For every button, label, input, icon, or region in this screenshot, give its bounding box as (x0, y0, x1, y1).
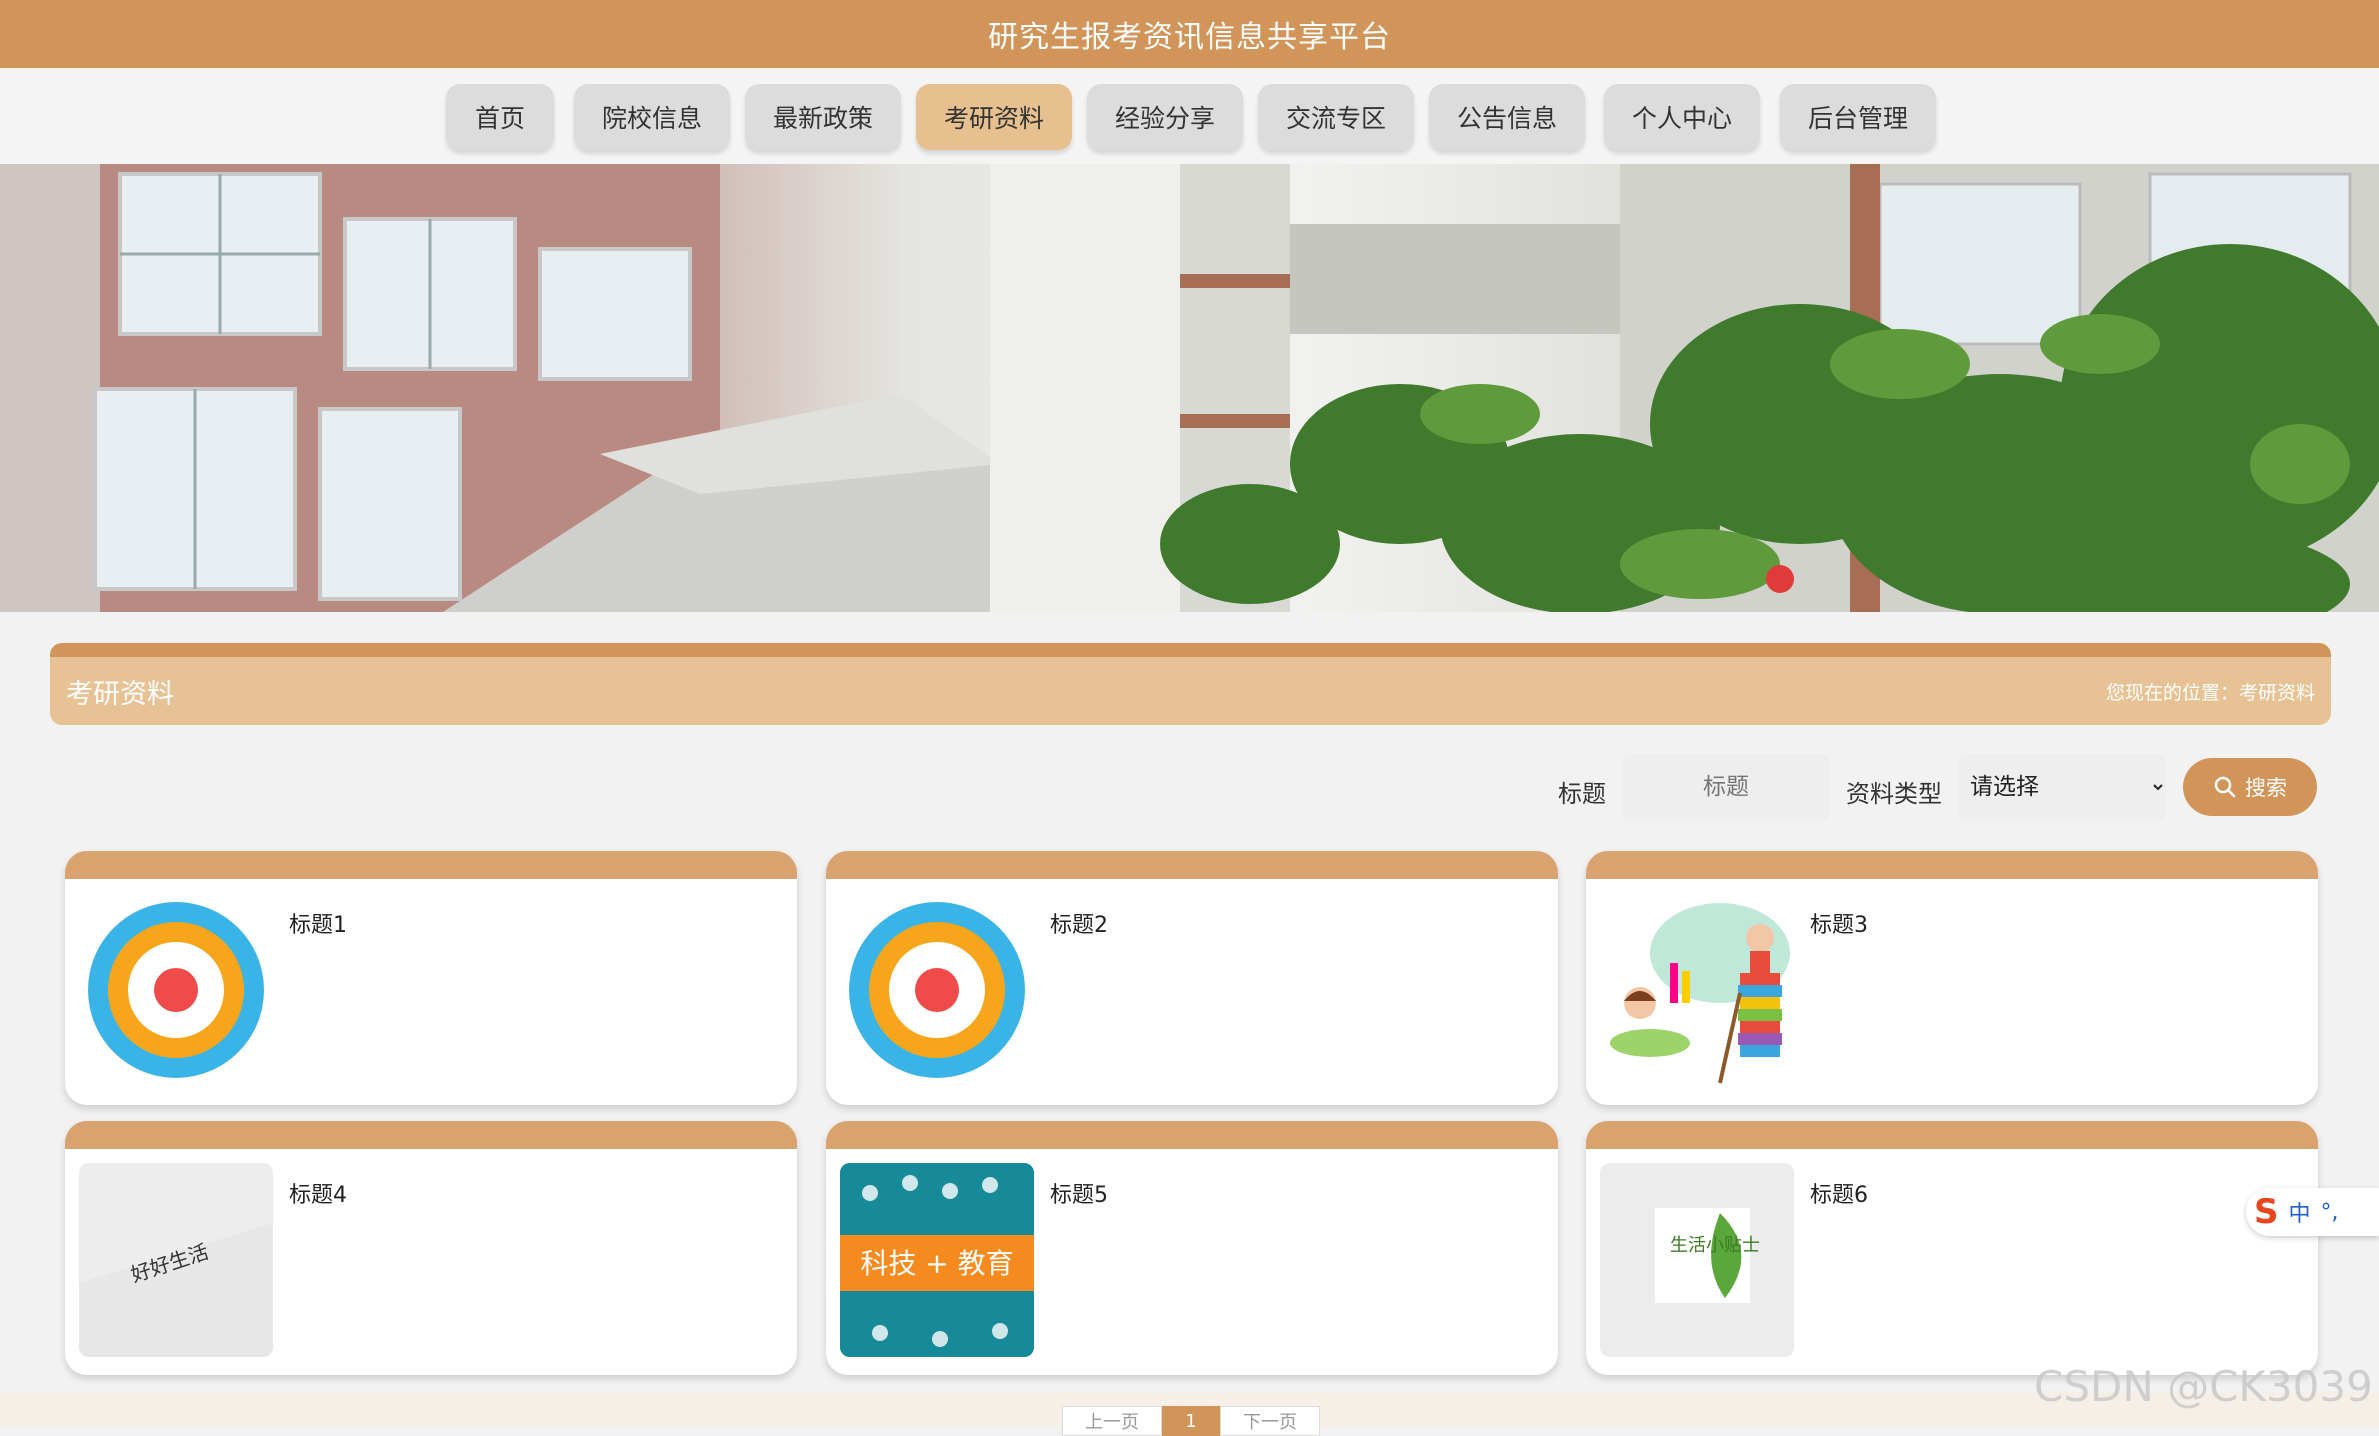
card-title: 标题5 (1050, 1183, 1108, 1208)
ime-language-toggle[interactable]: 中 (2289, 1196, 2311, 1228)
search-button-label: 搜索 (2245, 777, 2287, 800)
tech-education-text: 科技 + 教育 (860, 1247, 1013, 1280)
prev-page-button[interactable]: 上一页 (1062, 1406, 1162, 1436)
main-nav: 首页 院校信息 最新政策 考研资料 经验分享 交流专区 公告信息 个人中心 后台… (0, 68, 2379, 164)
nav-materials[interactable]: 考研资料 (916, 84, 1072, 150)
material-card-6[interactable]: 生活小贴士 标题6 (1586, 1121, 2318, 1375)
nav-forum[interactable]: 交流专区 (1258, 84, 1414, 150)
card-title: 标题4 (289, 1183, 347, 1208)
material-card-5[interactable]: 科技 + 教育 标题5 (826, 1121, 1558, 1375)
material-card-2[interactable]: 标题2 (826, 851, 1558, 1105)
material-card-3[interactable]: 标题3 (1586, 851, 2318, 1105)
ime-punctuation-toggle[interactable]: °, (2321, 1200, 2339, 1225)
card-title: 标题2 (1050, 913, 1108, 938)
material-type-select[interactable]: 请选择 (1958, 754, 2166, 820)
watermark: CSDN @CK3039 (2034, 1362, 2373, 1411)
target-circle-image (88, 902, 264, 1078)
title-filter-label: 标题 (1558, 780, 1606, 808)
search-button[interactable]: 搜索 (2183, 758, 2317, 816)
card-thumbnail (1600, 893, 1794, 1087)
card-title: 标题3 (1810, 913, 1868, 938)
material-card-4[interactable]: 好好生活 标题4 (65, 1121, 797, 1375)
search-icon (2214, 776, 2236, 798)
card-thumbnail (79, 893, 273, 1087)
section-title: 考研资料 (66, 678, 174, 710)
target-circle-image (849, 902, 1025, 1078)
breadcrumb: 您现在的位置：考研资料 (2105, 681, 2315, 704)
kids-books-image (1610, 903, 1790, 1084)
tech-education-image: 科技 + 教育 (840, 1163, 1034, 1357)
page-1-button[interactable]: 1 (1162, 1406, 1220, 1436)
sogou-logo-icon: S (2254, 1192, 2279, 1232)
material-card-1[interactable]: 标题1 (65, 851, 797, 1105)
nav-experience[interactable]: 经验分享 (1087, 84, 1243, 150)
site-header: 研究生报考资讯信息共享平台 (0, 0, 2379, 68)
card-thumbnail: 好好生活 (79, 1163, 273, 1357)
nav-home[interactable]: 首页 (446, 84, 554, 150)
card-thumbnail (840, 893, 1034, 1087)
nav-notice[interactable]: 公告信息 (1429, 84, 1585, 150)
banner-building-illustration (0, 164, 2379, 612)
title-search-input[interactable] (1622, 754, 1830, 820)
section-header: 考研资料 您现在的位置：考研资料 (50, 643, 2331, 725)
next-page-button[interactable]: 下一页 (1220, 1406, 1320, 1436)
site-title: 研究生报考资讯信息共享平台 (988, 20, 1391, 55)
nav-admin[interactable]: 后台管理 (1780, 84, 1936, 150)
leaf-tip-text: 生活小贴士 (1670, 1235, 1760, 1256)
type-filter-label: 资料类型 (1846, 780, 1942, 808)
card-thumbnail: 科技 + 教育 (840, 1163, 1034, 1357)
paper-note-image: 好好生活 (79, 1163, 273, 1357)
card-thumbnail: 生活小贴士 (1600, 1163, 1794, 1357)
card-title: 标题6 (1810, 1183, 1868, 1208)
nav-schools[interactable]: 院校信息 (574, 84, 730, 150)
card-title: 标题1 (289, 913, 347, 938)
nav-policy[interactable]: 最新政策 (745, 84, 901, 150)
nav-profile[interactable]: 个人中心 (1604, 84, 1760, 150)
ime-toolbar[interactable]: S 中 °, (2246, 1188, 2379, 1236)
banner-image (0, 164, 2379, 612)
leaf-tip-image: 生活小贴士 (1600, 1163, 1794, 1357)
